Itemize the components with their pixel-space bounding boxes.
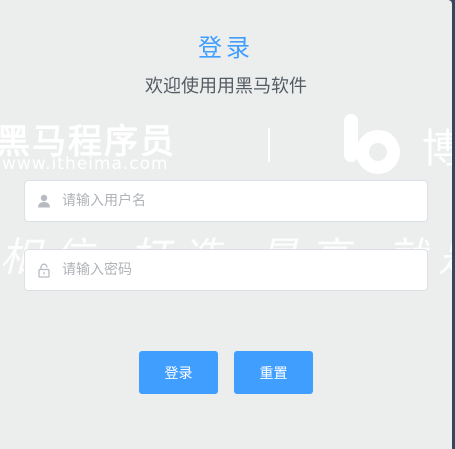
username-input[interactable]	[60, 181, 427, 221]
watermark-url: www.itheima.com	[2, 154, 169, 174]
reset-button[interactable]: 重置	[234, 351, 313, 394]
watermark-right-char: 博	[422, 126, 452, 172]
username-field[interactable]	[24, 180, 428, 222]
lock-icon	[36, 262, 52, 278]
password-input[interactable]	[60, 250, 427, 290]
watermark-logo-icon	[338, 112, 410, 182]
page-subtitle: 欢迎使用用黑马软件	[145, 76, 307, 97]
watermark-brand: 黑马程序员	[0, 122, 176, 162]
user-icon	[36, 193, 52, 209]
password-field[interactable]	[24, 249, 428, 291]
login-page: 黑马程序员 www.itheima.com 博 相信 打造 最高 就是 登录 欢…	[0, 0, 455, 449]
login-card: 黑马程序员 www.itheima.com 博 相信 打造 最高 就是 登录 欢…	[0, 0, 452, 449]
watermark-divider	[268, 128, 270, 162]
login-button[interactable]: 登录	[139, 351, 218, 394]
page-title: 登录	[198, 34, 254, 62]
